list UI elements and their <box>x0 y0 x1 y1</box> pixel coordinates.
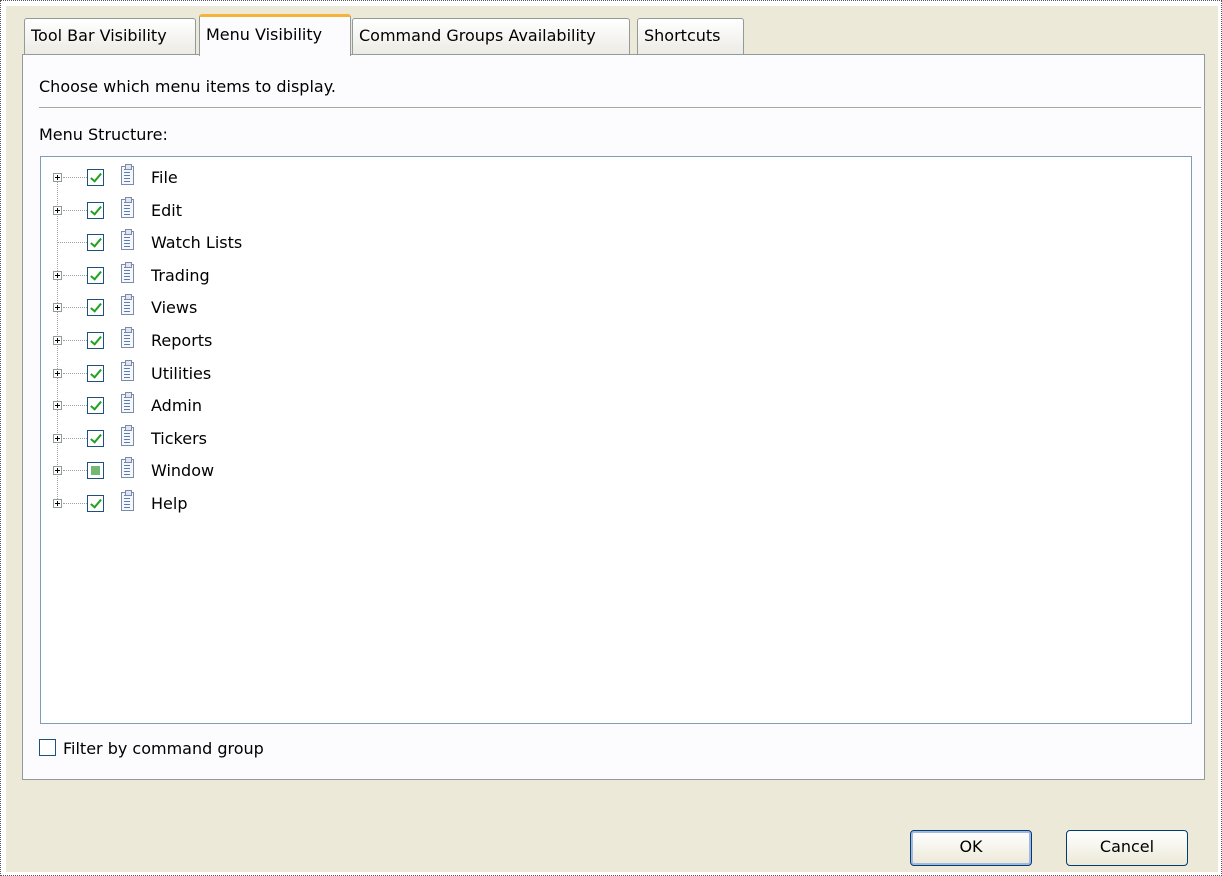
expand-plus-icon[interactable] <box>53 433 62 443</box>
expand-plus-icon[interactable] <box>53 368 62 378</box>
tree-connector-line <box>63 503 87 504</box>
tree-item-label[interactable]: Trading <box>151 266 210 285</box>
filter-by-command-group-checkbox[interactable] <box>39 739 56 756</box>
tree-connector-line <box>63 274 87 276</box>
filter-by-command-group-label[interactable]: Filter by command group <box>63 739 264 758</box>
expand-plus-icon[interactable] <box>53 205 62 215</box>
document-icon <box>121 359 134 381</box>
document-icon <box>121 490 134 511</box>
tree-item-utilities[interactable]: Utilities <box>41 359 441 391</box>
tree-item-label[interactable]: Window <box>151 461 214 480</box>
tree-item-label[interactable]: Utilities <box>151 364 211 383</box>
cancel-button[interactable]: Cancel <box>1066 830 1188 866</box>
tree-item-tickers[interactable]: Tickers <box>41 424 441 456</box>
tree-item-checkbox[interactable] <box>87 462 104 480</box>
tree-connector-line <box>63 405 87 407</box>
tab-command-groups-availability[interactable]: Command Groups Availability <box>352 18 630 54</box>
document-icon <box>121 327 134 348</box>
expand-plus-icon[interactable] <box>53 173 62 182</box>
tree-item-label[interactable]: Admin <box>151 396 202 415</box>
tree-item-checkbox[interactable] <box>87 266 104 284</box>
expand-plus-icon[interactable] <box>53 499 62 508</box>
document-icon <box>121 294 134 316</box>
tree-item-reports[interactable]: Reports <box>41 326 441 358</box>
panel-description: Choose which menu items to display. <box>39 77 336 96</box>
tree-item-checkbox[interactable] <box>87 495 104 512</box>
tab-menu-visibility[interactable]: Menu Visibility <box>199 14 351 56</box>
tab-tool-bar-visibility[interactable]: Tool Bar Visibility <box>24 18 196 54</box>
tree-item-file[interactable]: File <box>41 163 441 195</box>
document-icon <box>121 196 134 218</box>
tree-item-edit[interactable]: Edit <box>41 196 441 228</box>
tree-item-label[interactable]: Reports <box>151 331 212 350</box>
tree-item-help[interactable]: Help <box>41 489 441 521</box>
tree-connector-line <box>63 437 87 439</box>
menu-structure-tree[interactable]: File Edit Watch Lists Trading Views Reports Ut… <box>40 156 1192 724</box>
tree-item-checkbox[interactable] <box>87 201 104 219</box>
tree-item-checkbox[interactable] <box>87 364 104 382</box>
tree-item-checkbox[interactable] <box>87 234 104 252</box>
document-icon <box>121 261 134 283</box>
document-icon <box>121 424 134 446</box>
tree-item-checkbox[interactable] <box>87 397 104 415</box>
tree-connector-line <box>63 177 87 178</box>
expand-plus-icon[interactable] <box>53 401 62 411</box>
tree-item-label[interactable]: Help <box>151 494 187 513</box>
tree-connector-line <box>63 340 87 341</box>
document-icon <box>121 392 134 414</box>
tree-item-watch-lists[interactable]: Watch Lists <box>41 228 441 260</box>
menu-visibility-panel: Choose which menu items to display. Menu… <box>22 54 1205 780</box>
tree-item-checkbox[interactable] <box>87 332 104 349</box>
tree-item-checkbox[interactable] <box>87 299 104 317</box>
menu-structure-label: Menu Structure: <box>39 125 168 144</box>
expand-plus-icon[interactable] <box>53 303 62 313</box>
tree-item-window[interactable]: Window <box>41 456 441 488</box>
tree-item-label[interactable]: Views <box>151 298 197 317</box>
expand-plus-icon[interactable] <box>53 466 62 476</box>
tree-item-checkbox[interactable] <box>87 169 104 186</box>
tree-item-trading[interactable]: Trading <box>41 261 441 293</box>
tree-connector-line <box>63 307 87 309</box>
customize-dialog: Tool Bar Visibility Menu Visibility Comm… <box>6 6 1218 872</box>
expand-plus-icon[interactable] <box>53 336 62 345</box>
tree-connector-line <box>63 209 87 211</box>
tree-item-admin[interactable]: Admin <box>41 391 441 423</box>
tree-connector-line <box>57 242 87 244</box>
separator <box>39 107 1201 109</box>
document-icon <box>121 229 134 251</box>
tree-item-views[interactable]: Views <box>41 293 441 325</box>
tree-item-label[interactable]: Tickers <box>151 429 207 448</box>
tree-connector-line <box>63 470 87 472</box>
expand-plus-icon[interactable] <box>53 270 62 280</box>
tree-item-label[interactable]: Watch Lists <box>151 233 242 252</box>
ok-button[interactable]: OK <box>910 830 1032 866</box>
tab-shortcuts[interactable]: Shortcuts <box>637 18 744 54</box>
document-icon <box>121 457 134 479</box>
tree-connector-line <box>63 372 87 374</box>
document-icon <box>121 164 134 185</box>
tree-item-checkbox[interactable] <box>87 429 104 447</box>
tree-item-label[interactable]: File <box>151 168 178 187</box>
tree-item-label[interactable]: Edit <box>151 201 182 220</box>
